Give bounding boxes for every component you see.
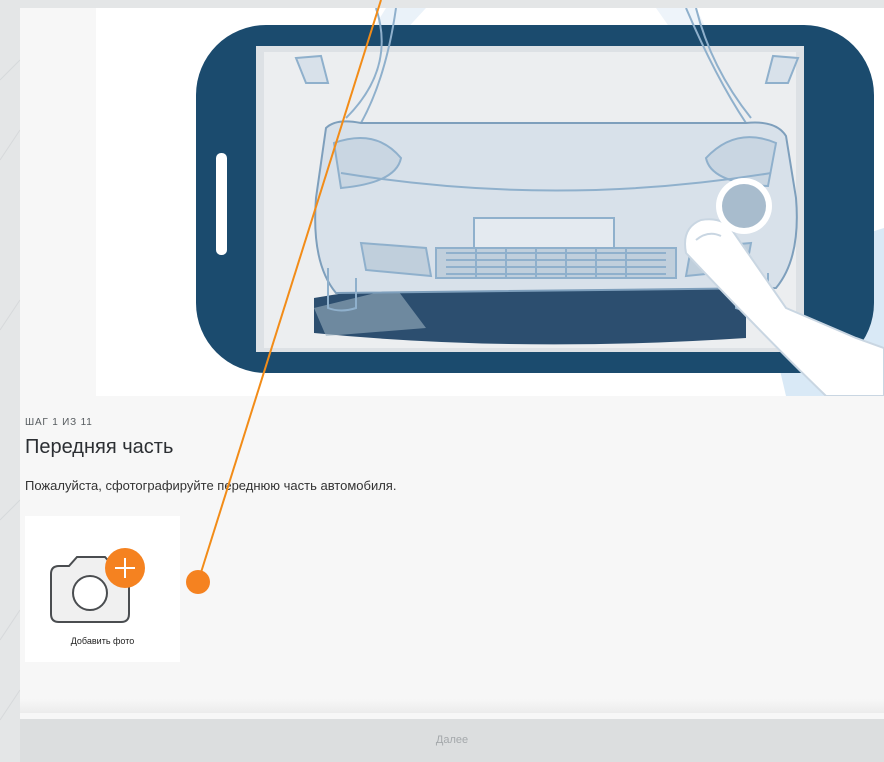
next-button[interactable]: Далее bbox=[20, 719, 884, 762]
footer-divider bbox=[20, 699, 884, 713]
photo-step-panel: ШАГ 1 ИЗ 11 Передняя часть Пожалуйста, с… bbox=[20, 0, 884, 762]
page-title: Передняя часть bbox=[25, 436, 174, 458]
add-photo-button[interactable]: Добавить фото bbox=[25, 516, 180, 662]
step-counter: ШАГ 1 ИЗ 11 bbox=[25, 417, 93, 428]
top-strip bbox=[20, 0, 884, 8]
instruction-illustration bbox=[96, 8, 884, 396]
add-photo-label: Добавить фото bbox=[70, 636, 135, 646]
camera-add-icon bbox=[50, 548, 145, 623]
page-description: Пожалуйста, сфотографируйте переднюю час… bbox=[25, 478, 397, 493]
